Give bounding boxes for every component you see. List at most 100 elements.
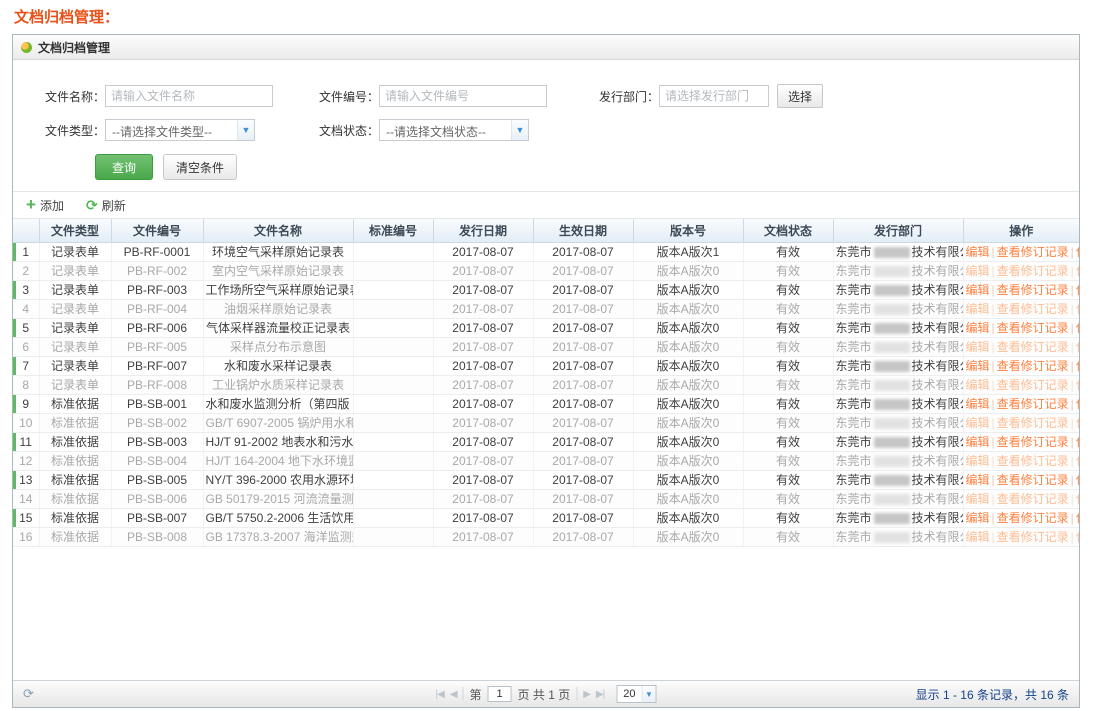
action-edit[interactable]: 编辑 <box>966 397 990 411</box>
action-edit[interactable]: 编辑 <box>966 302 990 316</box>
table-row[interactable]: 2记录表单PB-RF-002室内空气采样原始记录表2017-08-072017-… <box>13 261 1079 280</box>
table-row[interactable]: 6记录表单PB-RF-005采样点分布示意图2017-08-072017-08-… <box>13 337 1079 356</box>
action-edit[interactable]: 编辑 <box>966 283 990 297</box>
prev-page-icon[interactable]: ◀ <box>450 689 457 700</box>
action-edit[interactable]: 编辑 <box>966 454 990 468</box>
action-invalidate[interactable]: 作废 <box>1076 416 1079 430</box>
cell-type: 记录表单 <box>39 375 111 394</box>
table-row[interactable]: 9标准依据PB-SB-001水和废水监测分析（第四版 增补版）2017-08-0… <box>13 394 1079 413</box>
col-file-type[interactable]: 文件类型 <box>39 219 111 242</box>
action-edit[interactable]: 编辑 <box>966 264 990 278</box>
action-edit[interactable]: 编辑 <box>966 435 990 449</box>
action-edit[interactable]: 编辑 <box>966 378 990 392</box>
cell-ver: 版本A版次0 <box>633 299 743 318</box>
action-invalidate[interactable]: 作废 <box>1076 359 1079 373</box>
col-doc-status[interactable]: 文档状态 <box>743 219 833 242</box>
action-view-revisions[interactable]: 查看修订记录 <box>997 416 1069 430</box>
cell-issue-dept: 东莞市技术有限公司 <box>833 356 963 375</box>
last-page-icon[interactable]: ▶| <box>596 689 604 700</box>
action-view-revisions[interactable]: 查看修订记录 <box>997 530 1069 544</box>
cell-actions: 编辑|查看修订记录|作废 <box>963 242 1079 261</box>
table-row[interactable]: 4记录表单PB-RF-004油烟采样原始记录表2017-08-072017-08… <box>13 299 1079 318</box>
action-invalidate[interactable]: 作废 <box>1076 473 1079 487</box>
col-effective-date[interactable]: 生效日期 <box>533 219 633 242</box>
action-view-revisions[interactable]: 查看修订记录 <box>997 511 1069 525</box>
action-edit[interactable]: 编辑 <box>966 245 990 259</box>
table-row[interactable]: 10标准依据PB-SB-002GB/T 6907-2005 锅炉用水和冷却水分析… <box>13 413 1079 432</box>
action-edit[interactable]: 编辑 <box>966 530 990 544</box>
table-row[interactable]: 13标准依据PB-SB-005NY/T 396-2000 农用水源环境质量监测标… <box>13 470 1079 489</box>
action-view-revisions[interactable]: 查看修订记录 <box>997 473 1069 487</box>
clear-conditions-button[interactable]: 清空条件 <box>163 154 237 180</box>
action-edit[interactable]: 编辑 <box>966 511 990 525</box>
action-view-revisions[interactable]: 查看修订记录 <box>997 340 1069 354</box>
first-page-icon[interactable]: |◀ <box>436 689 444 700</box>
issue-dept-input[interactable] <box>659 85 769 107</box>
action-view-revisions[interactable]: 查看修订记录 <box>997 397 1069 411</box>
action-view-revisions[interactable]: 查看修订记录 <box>997 435 1069 449</box>
action-invalidate[interactable]: 作废 <box>1076 340 1079 354</box>
col-file-name[interactable]: 文件名称 <box>203 219 353 242</box>
refresh-button[interactable]: ⟳ 刷新 <box>86 197 126 214</box>
query-button[interactable]: 查询 <box>95 154 153 180</box>
action-edit[interactable]: 编辑 <box>966 340 990 354</box>
action-invalidate[interactable]: 作废 <box>1076 397 1079 411</box>
action-view-revisions[interactable]: 查看修订记录 <box>997 492 1069 506</box>
action-invalidate[interactable]: 作废 <box>1076 435 1079 449</box>
col-version[interactable]: 版本号 <box>633 219 743 242</box>
cell-name: 工业锅炉水质采样记录表 <box>203 375 353 394</box>
table-row[interactable]: 14标准依据PB-SB-006GB 50179-2015 河流流量测验规范201… <box>13 489 1079 508</box>
table-row[interactable]: 1记录表单PB-RF-0001环境空气采样原始记录表2017-08-072017… <box>13 242 1079 261</box>
page-number-input[interactable] <box>488 686 512 702</box>
action-invalidate[interactable]: 作废 <box>1076 245 1079 259</box>
footer-refresh-icon[interactable]: ⟳ <box>23 686 34 702</box>
table-row[interactable]: 15标准依据PB-SB-007GB/T 5750.2-2006 生活饮用水标准检… <box>13 508 1079 527</box>
action-invalidate[interactable]: 作废 <box>1076 511 1079 525</box>
cell-type: 记录表单 <box>39 242 111 261</box>
col-issue-date[interactable]: 发行日期 <box>433 219 533 242</box>
action-invalidate[interactable]: 作废 <box>1076 264 1079 278</box>
col-actions[interactable]: 操作 <box>963 219 1079 242</box>
table-row[interactable]: 5记录表单PB-RF-006气体采样器流量校正记录表2017-08-072017… <box>13 318 1079 337</box>
action-invalidate[interactable]: 作废 <box>1076 283 1079 297</box>
action-edit[interactable]: 编辑 <box>966 416 990 430</box>
action-view-revisions[interactable]: 查看修订记录 <box>997 378 1069 392</box>
col-issue-dept[interactable]: 发行部门 <box>833 219 963 242</box>
table-row[interactable]: 16标准依据PB-SB-008GB 17378.3-2007 海洋监测规范 第3… <box>13 527 1079 546</box>
col-standard-code[interactable]: 标准编号 <box>353 219 433 242</box>
next-page-icon[interactable]: ▶ <box>583 689 590 700</box>
table-row[interactable]: 11标准依据PB-SB-003HJ/T 91-2002 地表水和污水监测技术规范… <box>13 432 1079 451</box>
table-row[interactable]: 8记录表单PB-RF-008工业锅炉水质采样记录表2017-08-072017-… <box>13 375 1079 394</box>
action-invalidate[interactable]: 作废 <box>1076 321 1079 335</box>
dept-select-button[interactable]: 选择 <box>777 84 823 108</box>
action-edit[interactable]: 编辑 <box>966 473 990 487</box>
col-file-code[interactable]: 文件编号 <box>111 219 203 242</box>
action-edit[interactable]: 编辑 <box>966 321 990 335</box>
action-invalidate[interactable]: 作废 <box>1076 530 1079 544</box>
action-edit[interactable]: 编辑 <box>966 492 990 506</box>
action-invalidate[interactable]: 作废 <box>1076 454 1079 468</box>
action-view-revisions[interactable]: 查看修订记录 <box>997 283 1069 297</box>
table-row[interactable]: 12标准依据PB-SB-004HJ/T 164-2004 地下水环境监测技术规范… <box>13 451 1079 470</box>
doc-status-select[interactable]: --请选择文档状态-- ▼ <box>379 119 529 141</box>
action-invalidate[interactable]: 作废 <box>1076 492 1079 506</box>
action-view-revisions[interactable]: 查看修订记录 <box>997 359 1069 373</box>
add-button[interactable]: + 添加 <box>26 197 64 214</box>
table-row[interactable]: 7记录表单PB-RF-007水和废水采样记录表2017-08-072017-08… <box>13 356 1079 375</box>
action-view-revisions[interactable]: 查看修订记录 <box>997 264 1069 278</box>
file-code-input[interactable] <box>379 85 547 107</box>
action-invalidate[interactable]: 作废 <box>1076 378 1079 392</box>
action-invalidate[interactable]: 作废 <box>1076 302 1079 316</box>
action-view-revisions[interactable]: 查看修订记录 <box>997 321 1069 335</box>
cell-name: NY/T 396-2000 农用水源环境质量监测标 <box>203 470 353 489</box>
action-view-revisions[interactable]: 查看修订记录 <box>997 302 1069 316</box>
cell-code: PB-RF-0001 <box>111 242 203 261</box>
action-edit[interactable]: 编辑 <box>966 359 990 373</box>
file-name-input[interactable] <box>105 85 273 107</box>
page-size-select[interactable]: 20 ▼ <box>616 685 656 703</box>
table-row[interactable]: 3记录表单PB-RF-003工作场所空气采样原始记录表2017-08-07201… <box>13 280 1079 299</box>
action-view-revisions[interactable]: 查看修订记录 <box>997 454 1069 468</box>
cell-type: 标准依据 <box>39 489 111 508</box>
action-view-revisions[interactable]: 查看修订记录 <box>997 245 1069 259</box>
file-type-select[interactable]: --请选择文件类型-- ▼ <box>105 119 255 141</box>
